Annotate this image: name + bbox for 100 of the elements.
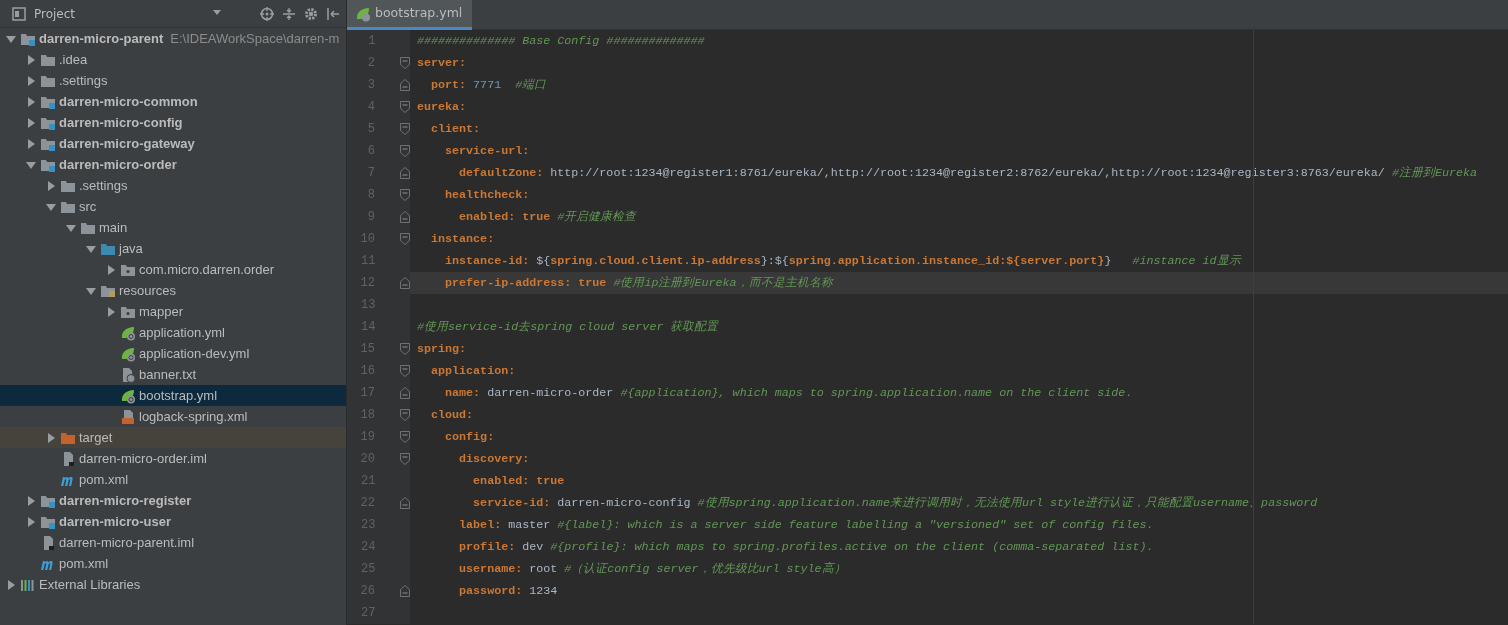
tree-item[interactable]: .idea: [0, 49, 346, 70]
expand-arrow-icon: [106, 264, 116, 275]
code-line: eureka:: [416, 99, 468, 116]
tree-item[interactable]: target: [0, 427, 346, 448]
expand-arrow-icon: [6, 579, 16, 590]
leaf-file-icon: [355, 5, 371, 22]
code-line: ############## Base Config ##############: [416, 33, 706, 50]
code-line: config:: [444, 429, 496, 446]
panel-title: Project: [34, 5, 76, 23]
module-folder-icon: [40, 157, 56, 172]
folder-icon: [80, 220, 96, 235]
code-line: application:: [430, 363, 517, 380]
tree-item[interactable]: External Libraries: [0, 574, 346, 595]
tree-item[interactable]: darren-micro-order.iml: [0, 448, 346, 469]
code-line: username: root #（认证config server，优先级比url style高）: [458, 561, 847, 578]
code-line: profile: dev #{profile}: which maps to spring.profiles.active on the client (comma-separated list).: [458, 539, 1155, 556]
code-line: port: 7771 #端口: [430, 77, 548, 94]
hide-panel-button[interactable]: [326, 6, 340, 21]
tree-item[interactable]: application-dev.yml: [0, 343, 346, 364]
panel-icon: [12, 6, 26, 21]
expand-arrow-icon: [26, 516, 36, 527]
tree-item[interactable]: pom.xml: [0, 469, 346, 490]
expand-arrow-icon: [46, 432, 56, 443]
code-line: healthcheck:: [444, 187, 531, 204]
tree-item[interactable]: application.yml: [0, 322, 346, 343]
tree-item[interactable]: src: [0, 196, 346, 217]
text-file-icon: [120, 366, 136, 383]
module-folder-icon: [40, 94, 56, 109]
xml-file-icon: [120, 408, 136, 425]
tree-item[interactable]: darren-micro-parent.iml: [0, 532, 346, 553]
tree-item[interactable]: bootstrap.yml: [0, 385, 346, 406]
library-icon: [20, 577, 36, 592]
editor-tab[interactable]: bootstrap.yml: [347, 0, 473, 30]
tree-item[interactable]: darren-micro-parent E:\IDEAWorkSpace\darren-m: [0, 28, 346, 49]
collapse-all-icon: [282, 6, 296, 21]
collapse-arrow-icon: [46, 201, 56, 212]
leaf-file-icon: [120, 387, 136, 404]
tree-item[interactable]: resources: [0, 280, 346, 301]
code-line: enabled: true: [472, 473, 566, 490]
code-line: password: 1234: [458, 583, 559, 600]
tree-item[interactable]: darren-micro-common: [0, 91, 346, 112]
expand-arrow-icon: [26, 75, 36, 86]
tree-item[interactable]: com.micro.darren.order: [0, 259, 346, 280]
folder-icon: [40, 52, 56, 67]
module-folder-icon: [20, 31, 36, 46]
expand-arrow-icon: [26, 96, 36, 107]
tree-item[interactable]: .settings: [0, 175, 346, 196]
tree-item[interactable]: java: [0, 238, 346, 259]
code-line: spring:: [416, 341, 468, 358]
collapse-arrow-icon: [86, 243, 96, 254]
code-line: instance:: [430, 231, 496, 248]
source-folder-icon: [100, 241, 116, 256]
module-folder-icon: [40, 514, 56, 529]
locate-button[interactable]: [260, 6, 274, 21]
tree-item[interactable]: darren-micro-register: [0, 490, 346, 511]
resources-folder-icon: [100, 283, 116, 298]
expand-arrow-icon: [26, 117, 36, 128]
collapse-arrow-icon: [6, 33, 16, 44]
tree-item[interactable]: .settings: [0, 70, 346, 91]
leaf-file-icon: [120, 345, 136, 362]
code-line: service-id: darren-micro-config #使用spring.application.name来进行调用时，无法使用url style进行认证，只能配置username、password: [472, 495, 1319, 512]
tree-item[interactable]: mapper: [0, 301, 346, 322]
module-folder-icon: [40, 115, 56, 130]
folder-icon: [60, 199, 76, 214]
code-line: client:: [430, 121, 482, 138]
tree-item[interactable]: main: [0, 217, 346, 238]
code-line: enabled: true #开启健康检查: [458, 209, 638, 226]
collapse-arrow-icon: [26, 159, 36, 170]
expand-arrow-icon: [26, 54, 36, 65]
folder-icon: [60, 430, 76, 445]
expand-arrow-icon: [106, 306, 116, 317]
settings-button[interactable]: [304, 6, 318, 21]
settings-icon: [304, 6, 318, 21]
tree-item[interactable]: darren-micro-user: [0, 511, 346, 532]
tree-item[interactable]: logback-spring.xml: [0, 406, 346, 427]
leaf-file-icon: [120, 324, 136, 341]
code-line: name: darren-micro-order #{application}, which maps to spring.application.name on the client side.: [444, 385, 1134, 402]
tree-item[interactable]: darren-micro-config: [0, 112, 346, 133]
code-line: instance-id: ${spring.cloud.client.ip-address}:${spring.application.instance_id:${server.port}} #instance id显示: [444, 253, 1243, 270]
expand-arrow-icon: [46, 180, 56, 191]
tree-item[interactable]: banner.txt: [0, 364, 346, 385]
folder-icon: [40, 73, 56, 88]
tree-item[interactable]: darren-micro-gateway: [0, 133, 346, 154]
expand-arrow-icon: [26, 495, 36, 506]
code-line: discovery:: [458, 451, 531, 468]
folder-icon: [60, 178, 76, 193]
collapse-all-button[interactable]: [282, 6, 296, 21]
module-folder-icon: [40, 136, 56, 151]
code-line: label: master #{label}: which is a server side feature labelling a "versioned" set of config files.: [458, 517, 1155, 534]
package-folder-icon: [120, 304, 136, 319]
hide-panel-icon: [326, 6, 340, 21]
code-line: service-url:: [444, 143, 531, 160]
code-line: server:: [416, 55, 468, 72]
expand-arrow-icon: [26, 138, 36, 149]
tree-item[interactable]: pom.xml: [0, 553, 346, 574]
package-folder-icon: [120, 262, 136, 277]
code-line: #使用service-id去spring cloud server 获取配置: [416, 319, 720, 336]
tree-item[interactable]: darren-micro-order: [0, 154, 346, 175]
locate-icon: [260, 6, 274, 21]
collapse-arrow-icon: [86, 285, 96, 296]
